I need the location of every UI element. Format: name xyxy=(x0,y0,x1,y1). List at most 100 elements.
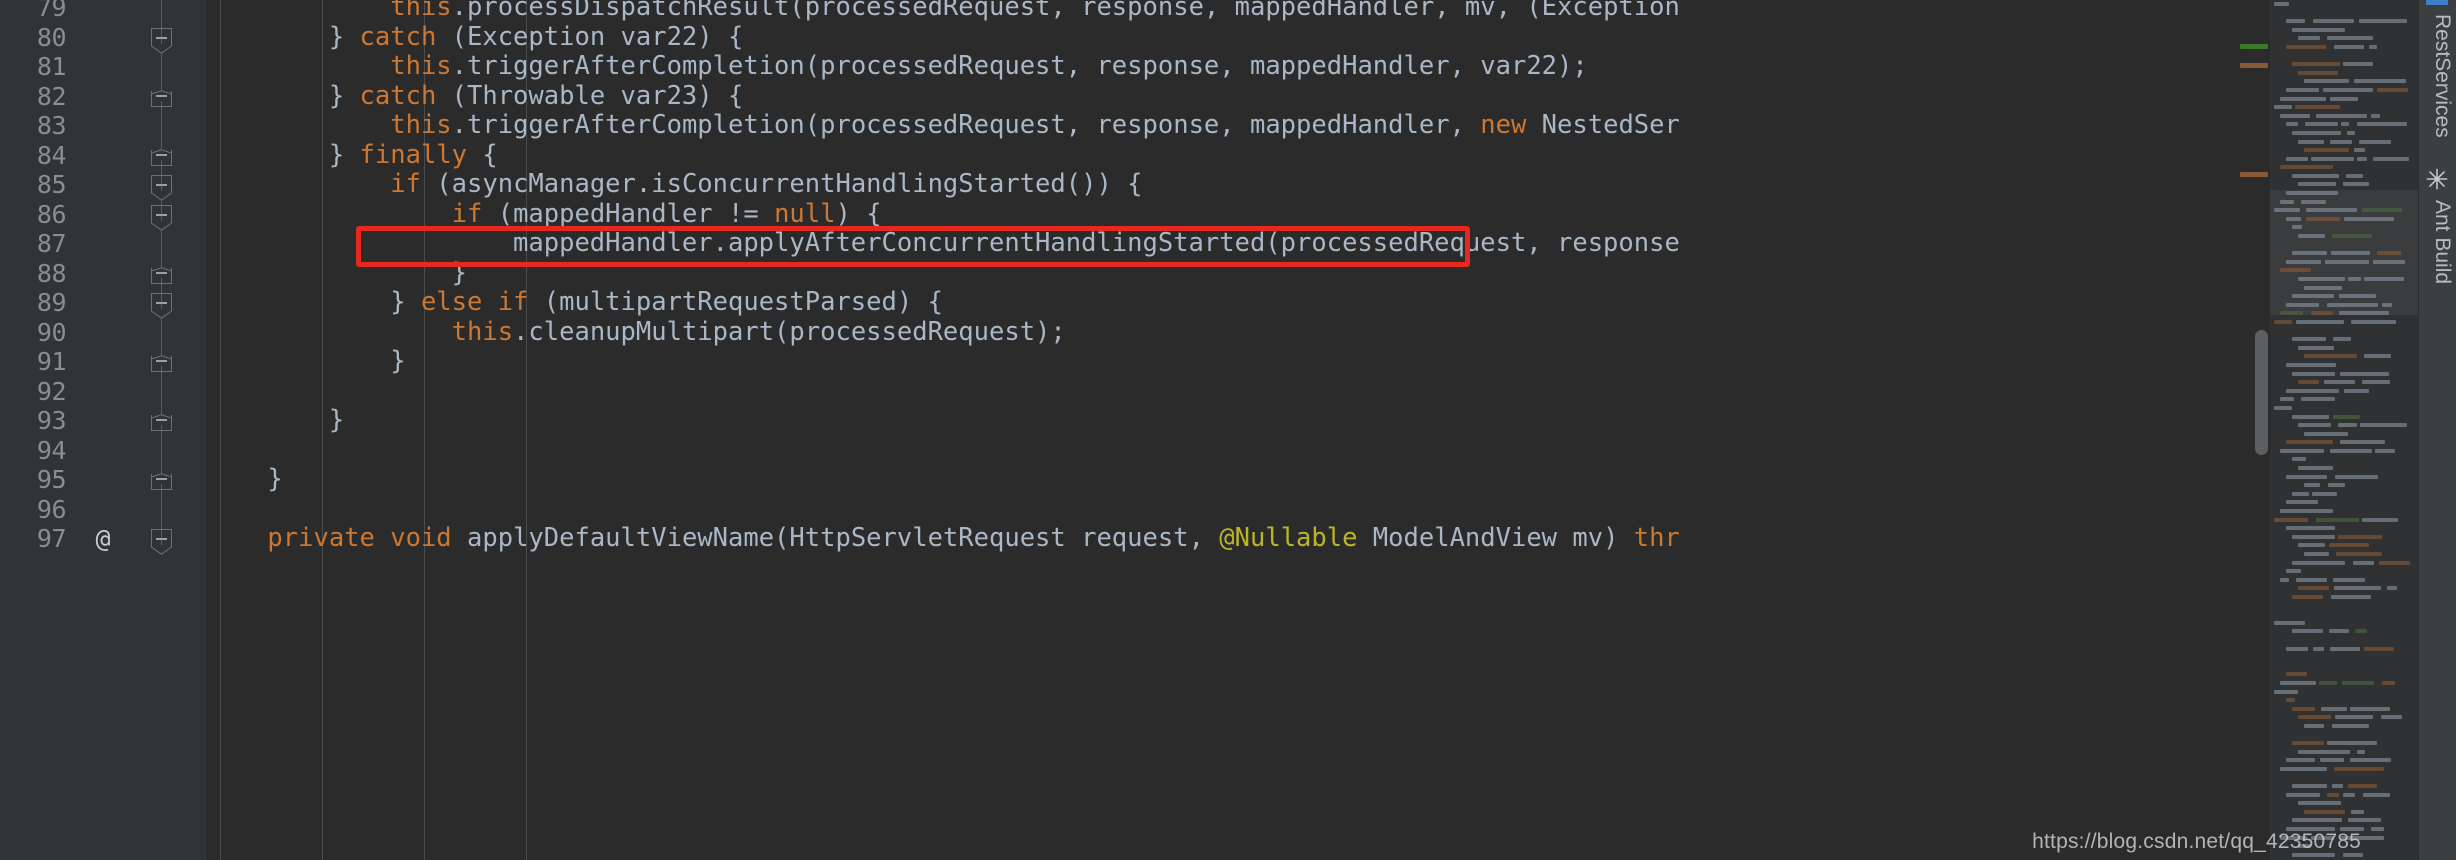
gutter-row[interactable]: 90 xyxy=(0,317,206,347)
code-line[interactable]: } xyxy=(206,464,282,495)
minimap-token xyxy=(2298,466,2333,471)
minimap-token xyxy=(2286,758,2315,763)
code-line[interactable]: this.processDispatchResult(processedRequ… xyxy=(206,0,1680,23)
minimap-token xyxy=(2330,646,2360,651)
line-number: 88 xyxy=(36,258,67,288)
gutter-row[interactable]: 87 xyxy=(0,229,206,259)
minimap-token xyxy=(2357,122,2407,127)
gutter-row[interactable]: 79 xyxy=(0,0,206,23)
gutter-row[interactable]: 83 xyxy=(0,111,206,141)
fold-collapse-icon[interactable] xyxy=(151,414,172,431)
gutter-row[interactable]: 89 xyxy=(0,288,206,319)
minimap-token xyxy=(2298,234,2325,239)
code-token: this xyxy=(390,110,452,140)
fold-collapse-icon[interactable] xyxy=(151,529,172,555)
code-line[interactable]: } catch (Exception var22) { xyxy=(206,22,744,53)
gutter-row[interactable]: 81 xyxy=(0,52,206,82)
code-line[interactable]: } catch (Throwable var23) { xyxy=(206,81,744,112)
minimap-token xyxy=(2280,509,2333,514)
minimap-token xyxy=(2286,302,2319,307)
gutter-row[interactable]: 92 xyxy=(0,376,206,406)
code-line-highlighted[interactable]: mappedHandler.applyAfterConcurrentHandli… xyxy=(206,228,1680,259)
minimap-line xyxy=(2270,791,2418,800)
minimap-token xyxy=(2298,423,2331,428)
editor-text-area[interactable]: this.processDispatchResult(processedRequ… xyxy=(206,0,2456,860)
code-line[interactable]: } xyxy=(206,405,344,436)
minimap-token xyxy=(2305,122,2338,127)
code-line[interactable]: if (mappedHandler != null) { xyxy=(206,198,882,230)
fold-collapse-icon[interactable] xyxy=(151,89,172,107)
gutter-row[interactable]: 85 xyxy=(0,170,206,201)
fold-collapse-icon[interactable] xyxy=(151,355,172,372)
code-line[interactable]: } finally { xyxy=(206,140,498,171)
gutter-row[interactable]: 96 xyxy=(0,494,206,524)
scrollbar-thumb[interactable] xyxy=(2255,330,2268,455)
line-number: 97 xyxy=(36,524,67,553)
fold-collapse-icon[interactable] xyxy=(151,266,172,284)
minimap-line xyxy=(2270,163,2418,172)
code-line[interactable]: } xyxy=(206,258,467,289)
tool-tab-restservices[interactable]: RestServices xyxy=(2430,14,2454,138)
minimap-line xyxy=(2270,155,2418,164)
code-minimap[interactable] xyxy=(2270,0,2418,860)
fold-collapse-icon[interactable] xyxy=(151,175,172,201)
code-line[interactable]: this.triggerAfterCompletion(processedReq… xyxy=(206,51,1588,82)
marker-stripe[interactable] xyxy=(2240,44,2268,49)
code-token: null xyxy=(774,198,836,229)
code-line[interactable]: this.triggerAfterCompletion(processedReq… xyxy=(206,110,1680,141)
marker-stripe[interactable] xyxy=(2240,63,2268,68)
minimap-token xyxy=(2373,156,2409,161)
editor-gutter[interactable]: 79 80 81 82 83 84 85 86 87 88 89 90 91 92 93 94 95 96 97 @ xyxy=(0,0,206,860)
minimap-token xyxy=(2379,560,2410,565)
fold-collapse-icon[interactable] xyxy=(151,27,172,54)
gutter-row[interactable]: 82 xyxy=(0,81,206,111)
gutter-row[interactable]: 86 xyxy=(0,199,206,231)
gutter-row[interactable]: 88 xyxy=(0,258,206,288)
annotation-gutter-icon[interactable]: @ xyxy=(86,524,120,554)
minimap-token xyxy=(2286,44,2326,49)
minimap-line xyxy=(2270,464,2418,473)
code-line[interactable]: } else if (multipartRequestParsed) { xyxy=(206,287,943,318)
minimap-line xyxy=(2270,739,2418,748)
vertical-scrollbar[interactable] xyxy=(2252,0,2270,860)
gutter-row[interactable]: 97 @ xyxy=(0,524,206,555)
minimap-token xyxy=(2292,706,2315,711)
code-line[interactable]: if (asyncManager.isConcurrentHandlingSta… xyxy=(206,169,1142,200)
code-token: ModelAndView mv) xyxy=(1357,523,1634,553)
minimap-line xyxy=(2270,223,2418,232)
minimap-token xyxy=(2355,629,2367,634)
code-token: .cleanupMultipart(processedRequest); xyxy=(513,316,1066,347)
fold-collapse-icon[interactable] xyxy=(151,473,172,490)
gutter-row[interactable]: 91 xyxy=(0,347,206,377)
gutter-row[interactable]: 84 xyxy=(0,140,206,170)
minimap-line xyxy=(2270,808,2418,817)
minimap-line xyxy=(2270,378,2418,387)
minimap-token xyxy=(2333,337,2351,342)
fold-collapse-icon[interactable] xyxy=(151,148,172,166)
minimap-token xyxy=(2304,483,2320,488)
minimap-line xyxy=(2270,567,2418,576)
gutter-row[interactable]: 95 xyxy=(0,465,206,495)
minimap-line xyxy=(2270,438,2418,447)
minimap-token xyxy=(2377,251,2401,256)
gutter-row[interactable]: 93 xyxy=(0,406,206,436)
right-tool-window-bar[interactable]: RestServices Ant Build xyxy=(2418,0,2456,860)
minimap-token xyxy=(2316,113,2367,118)
minimap-line xyxy=(2270,576,2418,585)
minimap-token xyxy=(2274,689,2298,694)
gutter-row[interactable]: 94 xyxy=(0,435,206,465)
code-line[interactable]: this.cleanupMultipart(processedRequest); xyxy=(206,316,1066,348)
code-line[interactable]: private void applyDefaultViewName(HttpSe… xyxy=(206,523,1679,554)
minimap-token xyxy=(2357,156,2367,161)
marker-stripe[interactable] xyxy=(2240,172,2268,177)
fold-collapse-icon[interactable] xyxy=(151,293,172,319)
gutter-row[interactable]: 80 xyxy=(0,22,206,54)
fold-collapse-icon[interactable] xyxy=(151,204,172,231)
minimap-token xyxy=(2371,113,2380,118)
minimap-token xyxy=(2280,96,2326,101)
minimap-token xyxy=(2274,208,2300,213)
minimap-token xyxy=(2280,766,2327,771)
code-line[interactable]: } xyxy=(206,346,405,377)
minimap-token xyxy=(2306,208,2357,213)
tool-tab-ant-build[interactable]: Ant Build xyxy=(2430,200,2454,284)
